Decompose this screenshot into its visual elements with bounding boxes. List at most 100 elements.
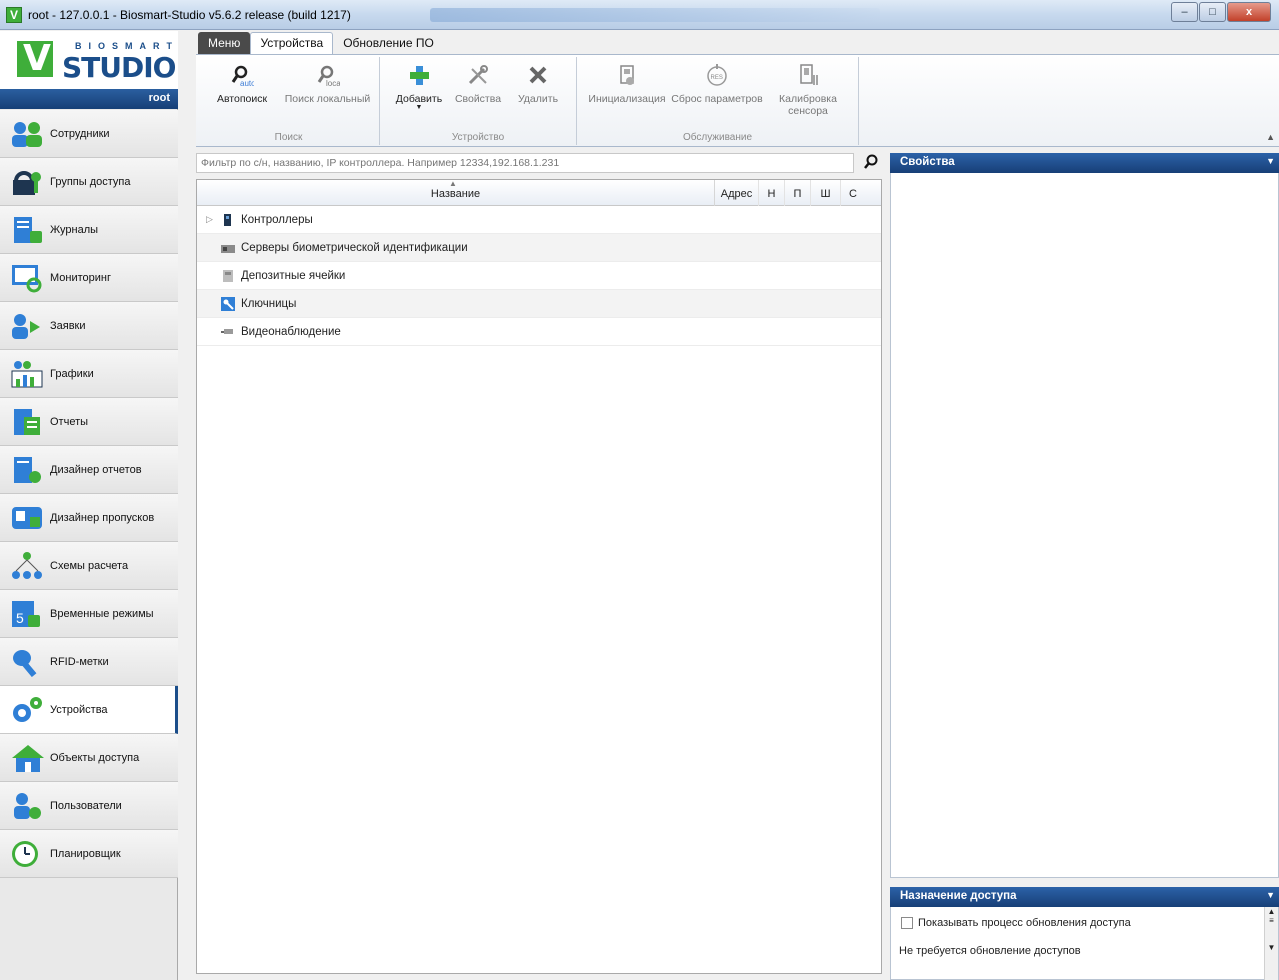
devices-gear-icon [10,695,46,725]
current-user-name: root [148,92,170,104]
tree-row-bio-servers[interactable]: Серверы биометрической идентификации [197,234,881,262]
monitoring-icon [10,263,46,293]
tab-devices[interactable]: Устройства [250,32,334,54]
show-update-progress-checkbox[interactable]: Показывать процесс обновления доступа [901,917,1131,929]
reset-params-label: Сброс параметров [671,93,763,105]
svg-text:5: 5 [16,610,24,626]
initialize-label: Инициализация [588,93,666,105]
sidebar-item-label: Сотрудники [50,127,110,140]
sidebar-item-devices-gear[interactable]: Устройства [0,686,178,734]
camera-icon [221,325,235,339]
requests-icon [10,311,46,341]
close-button[interactable]: x [1227,2,1271,22]
sidebar-item-employees[interactable]: Сотрудники [0,110,178,158]
brand-logo: BIOSMART STUDIO [0,31,178,89]
bio-server-icon [221,241,235,255]
sidebar-item-users[interactable]: Пользователи [0,782,178,830]
auto-search-button[interactable]: auto Автопоиск [212,63,272,105]
properties-tools-icon [466,63,490,87]
sort-asc-icon: ▲ [449,179,457,188]
tab-firmware-update[interactable]: Обновление ПО [333,32,444,54]
ribbon: auto Автопоиск local Поиск локальный Пои… [196,54,1279,147]
sidebar-item-monitoring[interactable]: Мониторинг [0,254,178,302]
auto-search-icon: auto [230,63,256,88]
add-button[interactable]: Добавить ▼ [394,63,444,111]
initialize-button[interactable]: Инициализация [587,63,667,105]
column-header-s[interactable]: С [841,180,865,206]
checkbox-label: Показывать процесс обновления доступа [918,917,1131,929]
filter-input[interactable] [196,153,854,173]
calibrate-label-line2: сенсора [788,105,828,117]
search-icon[interactable] [862,153,880,173]
sidebar-item-access-groups[interactable]: Группы доступа [0,158,178,206]
sidebar-item-journals[interactable]: Журналы [0,206,178,254]
calibrate-sensor-button[interactable]: Калибровка сенсора [767,63,849,117]
sidebar-item-label: Мониторинг [50,271,112,284]
sidebar-item-requests[interactable]: Заявки [0,302,178,350]
access-menu-arrow-icon[interactable]: ▼ [1266,890,1275,900]
local-search-icon: local [316,63,342,88]
access-groups-icon [10,167,46,197]
tree-row-key-boxes[interactable]: Ключницы [197,290,881,318]
delete-button[interactable]: Удалить [510,63,566,105]
reset-params-icon: RES [705,63,729,87]
schedules-icon [10,359,46,389]
expand-arrow-icon[interactable]: ▷ [206,214,213,225]
sidebar-item-schedules[interactable]: Графики [0,350,178,398]
maximize-button[interactable]: □ [1199,2,1226,22]
svg-text:RES: RES [711,75,723,81]
group-label-maintenance: Обслуживание [682,132,753,143]
tree-row-deposit-cells[interactable]: Депозитные ячейки [197,262,881,290]
minimize-button[interactable]: – [1171,2,1198,22]
svg-text:auto: auto [240,79,254,87]
sidebar-nav: Сотрудники Группы доступа Журналы Мониторин… [0,110,178,878]
column-header-sh[interactable]: Ш [811,180,841,206]
tab-menu[interactable]: Меню [198,32,251,54]
column-header-p[interactable]: П [785,180,811,206]
access-status-text: Не требуется обновление доступов [899,945,1081,957]
local-search-button[interactable]: local Поиск локальный [280,63,375,105]
checkbox-box[interactable] [901,917,913,929]
properties-label: Свойства [454,93,502,105]
sidebar-item-label: Графики [50,367,94,380]
devices-tree-grid: ▲ Название Адрес Н П Ш С ▷ Контроллеры С… [196,179,882,974]
column-header-name[interactable]: ▲ Название [197,179,715,206]
row-label: Депозитные ячейки [241,269,346,282]
sidebar-item-scheduler-clock[interactable]: Планировщик [0,830,178,878]
row-label: Видеонаблюдение [241,325,341,338]
sidebar-item-label: Журналы [50,223,99,236]
time-modes-icon: 5 [10,599,46,629]
properties-menu-arrow-icon[interactable]: ▼ [1266,156,1275,166]
column-header-n[interactable]: Н [759,180,785,206]
sidebar-item-pass-designer[interactable]: Дизайнер пропусков [0,494,178,542]
access-scrollbar[interactable]: ▲ ≡ ▼ [1264,907,1278,980]
window-title: root - 127.0.0.1 - Biosmart-Studio v5.6.… [28,8,351,22]
column-header-address[interactable]: Адрес [715,180,759,206]
group-label-search: Поиск [274,132,303,143]
properties-button[interactable]: Свойства [450,63,506,105]
sidebar-item-rfid-key[interactable]: RFID-метки [0,638,178,686]
sidebar-item-label: Заявки [50,319,86,332]
sidebar-item-calc-schemes[interactable]: Схемы расчета [0,542,178,590]
ribbon-group-device: Добавить ▼ Свойства Удалить Устройство [380,57,577,145]
sidebar-item-label: Устройства [50,703,108,716]
reset-params-button[interactable]: RES Сброс параметров [669,63,765,105]
tree-row-controllers[interactable]: ▷ Контроллеры [197,206,881,234]
sidebar-item-label: Пользователи [50,799,122,812]
add-plus-icon [407,63,431,87]
sidebar-item-access-objects-house[interactable]: Объекты доступа [0,734,178,782]
pass-designer-icon [10,503,46,533]
taskbar-blurred-tab [430,8,880,22]
brand-large-text: STUDIO [62,51,176,84]
tree-row-video[interactable]: Видеонаблюдение [197,318,881,346]
sidebar-item-reports[interactable]: Отчеты [0,398,178,446]
access-title: Назначение доступа [900,890,1017,902]
ribbon-collapse-icon[interactable]: ▲ [1266,132,1275,142]
key-box-icon [221,296,235,311]
window-titlebar: root - 127.0.0.1 - Biosmart-Studio v5.6.… [0,0,1279,30]
sidebar-item-report-designer[interactable]: Дизайнер отчетов [0,446,178,494]
add-dropdown-arrow-icon[interactable]: ▼ [394,104,444,111]
svg-text:local: local [326,79,340,87]
sidebar-item-label: Дизайнер пропусков [50,511,155,524]
sidebar-item-time-modes[interactable]: 5 Временные режимы [0,590,178,638]
